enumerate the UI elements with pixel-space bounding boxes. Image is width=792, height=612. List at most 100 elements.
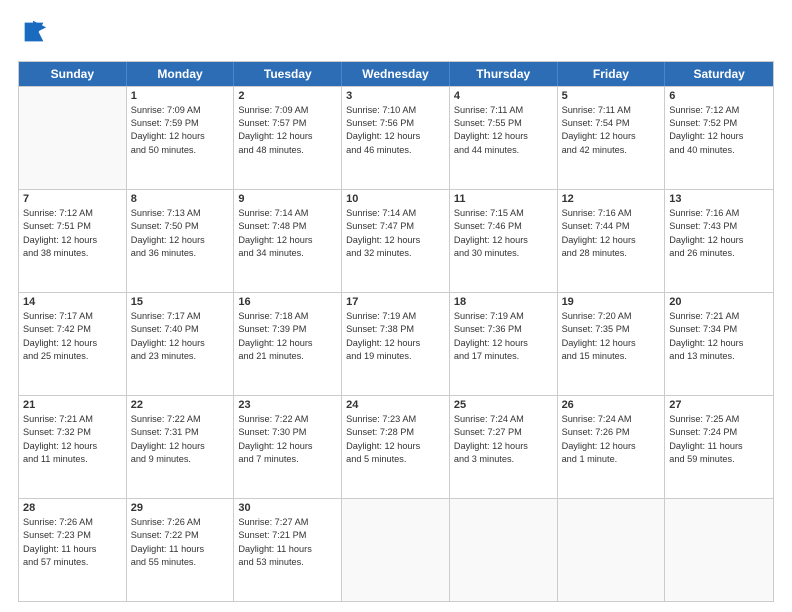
cell-line: and 11 minutes. — [23, 453, 122, 466]
cell-line: Daylight: 11 hours — [131, 543, 230, 556]
cell-line: Sunset: 7:54 PM — [562, 117, 661, 130]
calendar-day-26: 26Sunrise: 7:24 AMSunset: 7:26 PMDayligh… — [558, 396, 666, 498]
calendar-day-6: 6Sunrise: 7:12 AMSunset: 7:52 PMDaylight… — [665, 87, 773, 189]
cell-line: Sunset: 7:27 PM — [454, 426, 553, 439]
cell-line: Sunrise: 7:09 AM — [131, 104, 230, 117]
cell-line: Sunrise: 7:16 AM — [669, 207, 769, 220]
day-number: 4 — [454, 90, 553, 102]
day-number: 17 — [346, 296, 445, 308]
day-number: 21 — [23, 399, 122, 411]
calendar-day-7: 7Sunrise: 7:12 AMSunset: 7:51 PMDaylight… — [19, 190, 127, 292]
cell-line: Daylight: 12 hours — [562, 130, 661, 143]
calendar-body: 1Sunrise: 7:09 AMSunset: 7:59 PMDaylight… — [19, 86, 773, 601]
day-number: 11 — [454, 193, 553, 205]
cell-line: Daylight: 12 hours — [454, 234, 553, 247]
cell-line: Sunrise: 7:13 AM — [131, 207, 230, 220]
cell-line: Sunset: 7:59 PM — [131, 117, 230, 130]
cell-line: Daylight: 12 hours — [454, 130, 553, 143]
weekday-header-friday: Friday — [558, 62, 666, 86]
cell-line: Daylight: 12 hours — [454, 440, 553, 453]
cell-line: Sunrise: 7:16 AM — [562, 207, 661, 220]
empty-cell-4-5 — [558, 499, 666, 601]
cell-line: Daylight: 12 hours — [23, 440, 122, 453]
cell-line: Daylight: 12 hours — [346, 440, 445, 453]
cell-line: Sunrise: 7:15 AM — [454, 207, 553, 220]
cell-line: Sunrise: 7:09 AM — [238, 104, 337, 117]
calendar-day-21: 21Sunrise: 7:21 AMSunset: 7:32 PMDayligh… — [19, 396, 127, 498]
calendar-day-16: 16Sunrise: 7:18 AMSunset: 7:39 PMDayligh… — [234, 293, 342, 395]
cell-line: Sunset: 7:42 PM — [23, 323, 122, 336]
calendar-day-15: 15Sunrise: 7:17 AMSunset: 7:40 PMDayligh… — [127, 293, 235, 395]
cell-line: Sunset: 7:24 PM — [669, 426, 769, 439]
cell-line: Sunset: 7:50 PM — [131, 220, 230, 233]
cell-line: Sunset: 7:52 PM — [669, 117, 769, 130]
calendar-day-29: 29Sunrise: 7:26 AMSunset: 7:22 PMDayligh… — [127, 499, 235, 601]
cell-line: Sunrise: 7:17 AM — [131, 310, 230, 323]
calendar-row-2: 14Sunrise: 7:17 AMSunset: 7:42 PMDayligh… — [19, 292, 773, 395]
cell-line: Sunrise: 7:24 AM — [454, 413, 553, 426]
cell-line: and 30 minutes. — [454, 247, 553, 260]
day-number: 26 — [562, 399, 661, 411]
cell-line: Daylight: 12 hours — [131, 130, 230, 143]
calendar-day-23: 23Sunrise: 7:22 AMSunset: 7:30 PMDayligh… — [234, 396, 342, 498]
cell-line: Daylight: 12 hours — [23, 337, 122, 350]
calendar-day-3: 3Sunrise: 7:10 AMSunset: 7:56 PMDaylight… — [342, 87, 450, 189]
day-number: 30 — [238, 502, 337, 514]
cell-line: Sunrise: 7:12 AM — [23, 207, 122, 220]
cell-line: Daylight: 11 hours — [669, 440, 769, 453]
day-number: 27 — [669, 399, 769, 411]
calendar-day-5: 5Sunrise: 7:11 AMSunset: 7:54 PMDaylight… — [558, 87, 666, 189]
cell-line: Sunset: 7:44 PM — [562, 220, 661, 233]
cell-line: Sunset: 7:22 PM — [131, 529, 230, 542]
day-number: 16 — [238, 296, 337, 308]
calendar-row-0: 1Sunrise: 7:09 AMSunset: 7:59 PMDaylight… — [19, 86, 773, 189]
cell-line: Sunrise: 7:14 AM — [238, 207, 337, 220]
cell-line: Sunset: 7:35 PM — [562, 323, 661, 336]
cell-line: Sunset: 7:39 PM — [238, 323, 337, 336]
day-number: 9 — [238, 193, 337, 205]
cell-line: and 59 minutes. — [669, 453, 769, 466]
cell-line: and 26 minutes. — [669, 247, 769, 260]
cell-line: and 55 minutes. — [131, 556, 230, 569]
calendar-day-1: 1 Sunrise: 7:09 AMSunset: 7:59 PMDaylight… — [127, 87, 235, 189]
cell-line: Daylight: 12 hours — [238, 130, 337, 143]
cell-line: and 38 minutes. — [23, 247, 122, 260]
cell-line: and 42 minutes. — [562, 144, 661, 157]
cell-line: Daylight: 12 hours — [669, 130, 769, 143]
empty-cell-4-3 — [342, 499, 450, 601]
cell-line: Sunrise: 7:26 AM — [23, 516, 122, 529]
calendar-day-30: 30Sunrise: 7:27 AMSunset: 7:21 PMDayligh… — [234, 499, 342, 601]
weekday-header-monday: Monday — [127, 62, 235, 86]
calendar-day-19: 19Sunrise: 7:20 AMSunset: 7:35 PMDayligh… — [558, 293, 666, 395]
day-number: 1 — [131, 90, 230, 102]
cell-line: Sunset: 7:28 PM — [346, 426, 445, 439]
logo — [18, 18, 48, 51]
cell-line: and 21 minutes. — [238, 350, 337, 363]
day-number: 15 — [131, 296, 230, 308]
day-number: 2 — [238, 90, 337, 102]
cell-line: Daylight: 12 hours — [562, 337, 661, 350]
cell-line: Sunrise: 7:14 AM — [346, 207, 445, 220]
calendar-day-28: 28Sunrise: 7:26 AMSunset: 7:23 PMDayligh… — [19, 499, 127, 601]
empty-cell-4-6 — [665, 499, 773, 601]
cell-line: Sunset: 7:57 PM — [238, 117, 337, 130]
cell-line: Sunrise: 7:22 AM — [131, 413, 230, 426]
cell-line: Sunset: 7:48 PM — [238, 220, 337, 233]
cell-line: Sunrise: 7:22 AM — [238, 413, 337, 426]
calendar-day-4: 4Sunrise: 7:11 AMSunset: 7:55 PMDaylight… — [450, 87, 558, 189]
cell-line: Sunset: 7:32 PM — [23, 426, 122, 439]
cell-line: and 9 minutes. — [131, 453, 230, 466]
cell-line: Sunset: 7:23 PM — [23, 529, 122, 542]
empty-cell-4-4 — [450, 499, 558, 601]
cell-line: and 23 minutes. — [131, 350, 230, 363]
day-number: 24 — [346, 399, 445, 411]
day-number: 13 — [669, 193, 769, 205]
cell-line: and 36 minutes. — [131, 247, 230, 260]
calendar-row-4: 28Sunrise: 7:26 AMSunset: 7:23 PMDayligh… — [19, 498, 773, 601]
cell-line: Sunrise: 7:26 AM — [131, 516, 230, 529]
cell-line: Daylight: 11 hours — [238, 543, 337, 556]
calendar-row-3: 21Sunrise: 7:21 AMSunset: 7:32 PMDayligh… — [19, 395, 773, 498]
cell-line: and 32 minutes. — [346, 247, 445, 260]
cell-line: Daylight: 12 hours — [346, 234, 445, 247]
cell-line: and 48 minutes. — [238, 144, 337, 157]
